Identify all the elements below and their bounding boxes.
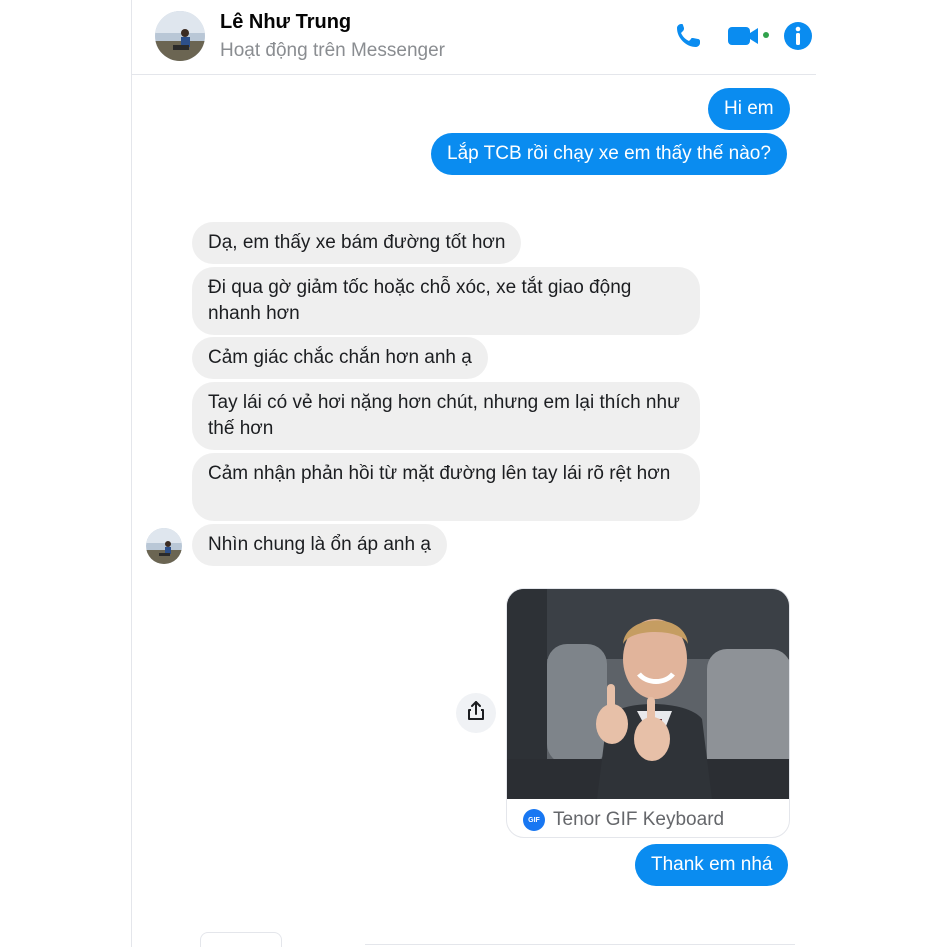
contact-avatar[interactable] [155, 11, 205, 61]
messenger-chat-window: Lê Như Trung Hoạt động trên Messenger Hi… [0, 0, 947, 947]
phone-icon[interactable] [672, 20, 704, 52]
incoming-message[interactable]: Cảm nhận phản hồi từ mặt đường lên tay l… [192, 453, 700, 521]
composer-edge [200, 932, 282, 947]
gif-image[interactable] [507, 589, 790, 799]
incoming-message[interactable]: Cảm giác chắc chắn hơn anh ạ [192, 337, 488, 379]
share-icon [465, 700, 487, 727]
share-button[interactable] [456, 693, 496, 733]
incoming-message[interactable]: Nhìn chung là ổn áp anh ạ [192, 524, 447, 566]
info-icon[interactable] [782, 20, 814, 52]
chat-header: Lê Như Trung Hoạt động trên Messenger [132, 0, 816, 75]
gif-source-label: Tenor GIF Keyboard [553, 809, 725, 830]
active-status: Hoạt động trên Messenger [220, 40, 445, 61]
incoming-message[interactable]: Dạ, em thấy xe bám đường tốt hơn [192, 222, 522, 264]
outgoing-message[interactable]: Hi em [708, 88, 790, 130]
sender-avatar [146, 528, 182, 564]
gif-attachment[interactable]: GIF Tenor GIF Keyboard [506, 588, 790, 838]
outgoing-message[interactable]: Thank em nhá [635, 844, 789, 886]
video-call-icon[interactable] [726, 20, 774, 52]
tenor-gif-icon: GIF [523, 809, 545, 831]
outgoing-message[interactable]: Lắp TCB rồi chạy xe em thấy thế nào? [431, 133, 787, 175]
incoming-message[interactable]: Đi qua gờ giảm tốc hoặc chỗ xóc, xe tắt … [192, 267, 700, 335]
contact-name[interactable]: Lê Như Trung [220, 11, 351, 34]
gif-source[interactable]: GIF Tenor GIF Keyboard [523, 807, 724, 833]
incoming-message[interactable]: Tay lái có vẻ hơi nặng hơn chút, nhưng e… [192, 382, 700, 450]
sidebar-divider [131, 0, 132, 947]
